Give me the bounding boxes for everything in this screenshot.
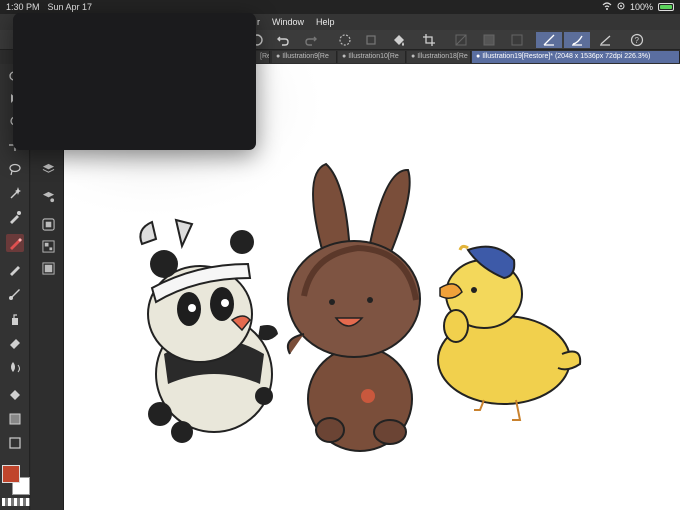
mask-icon[interactable] [480, 32, 498, 48]
pen-settings-icon[interactable] [596, 32, 614, 48]
magic-wand-icon[interactable] [6, 184, 24, 202]
crop-icon[interactable] [420, 32, 438, 48]
panel-icon[interactable] [40, 260, 56, 276]
pencil-icon[interactable] [6, 260, 24, 278]
obscured-popup-panel [13, 13, 256, 150]
navigator-icon[interactable] [40, 216, 56, 232]
battery-icon [658, 3, 674, 11]
tab-document[interactable]: ● Illustration18[Re [407, 51, 471, 63]
frame-icon[interactable] [508, 32, 526, 48]
status-date: Sun Apr 17 [47, 2, 93, 12]
tab-document[interactable]: ● Illustration9[Re [272, 51, 337, 63]
tab-label: Illustration19[Restore]* (2048 x 1536px … [482, 53, 651, 60]
rectangle-icon[interactable] [6, 434, 24, 452]
ios-status-bar: 1:30 PM Sun Apr 17 100% [0, 0, 680, 14]
main-color-swatch[interactable] [2, 465, 20, 483]
tab-label: Illustration9[Re [282, 53, 329, 60]
menu-item-window[interactable]: Window [272, 17, 304, 27]
blend-icon[interactable] [6, 358, 24, 376]
material-icon[interactable] [40, 238, 56, 254]
wifi-icon [602, 2, 612, 12]
svg-text:?: ? [635, 36, 640, 45]
help-icon[interactable]: ? [628, 32, 646, 48]
lasso-icon[interactable] [6, 160, 24, 178]
orientation-lock-icon [617, 2, 625, 12]
layer-stack-icon[interactable] [40, 160, 56, 176]
tab-label: Illustration18[Re [417, 53, 468, 60]
redo-disabled-icon[interactable] [302, 32, 320, 48]
status-time: 1:30 PM [6, 2, 40, 12]
pen-settings-icon[interactable] [536, 32, 562, 48]
eraser-icon[interactable] [6, 334, 24, 352]
gradient-icon[interactable] [6, 410, 24, 428]
eyedropper-icon[interactable] [6, 208, 24, 226]
menu-item-partial[interactable]: r [257, 17, 260, 27]
layer-settings-icon[interactable] [40, 188, 56, 204]
pen-icon[interactable] [6, 234, 24, 252]
tab-label: Illustration10[Re [348, 53, 399, 60]
fill-icon[interactable] [390, 32, 408, 48]
fill-icon[interactable] [6, 386, 24, 404]
battery-percent: 100% [629, 2, 653, 12]
tab-document[interactable]: ● Illustration10[Re [338, 51, 406, 63]
airbrush-icon[interactable] [6, 310, 24, 328]
brush-icon[interactable] [6, 284, 24, 302]
pen-settings-icon[interactable] [564, 32, 590, 48]
transparent-color-swatch[interactable] [2, 498, 30, 506]
menu-item-help[interactable]: Help [316, 17, 335, 27]
loading-icon[interactable] [336, 32, 354, 48]
duck-character [437, 244, 582, 421]
tab-document-active[interactable]: ● Illustration19[Restore]* (2048 x 1536p… [472, 51, 680, 63]
tab-document[interactable]: [Re [256, 51, 270, 63]
transform-icon[interactable] [362, 32, 380, 48]
select-icon[interactable] [452, 32, 470, 48]
undo-icon[interactable] [274, 32, 292, 48]
